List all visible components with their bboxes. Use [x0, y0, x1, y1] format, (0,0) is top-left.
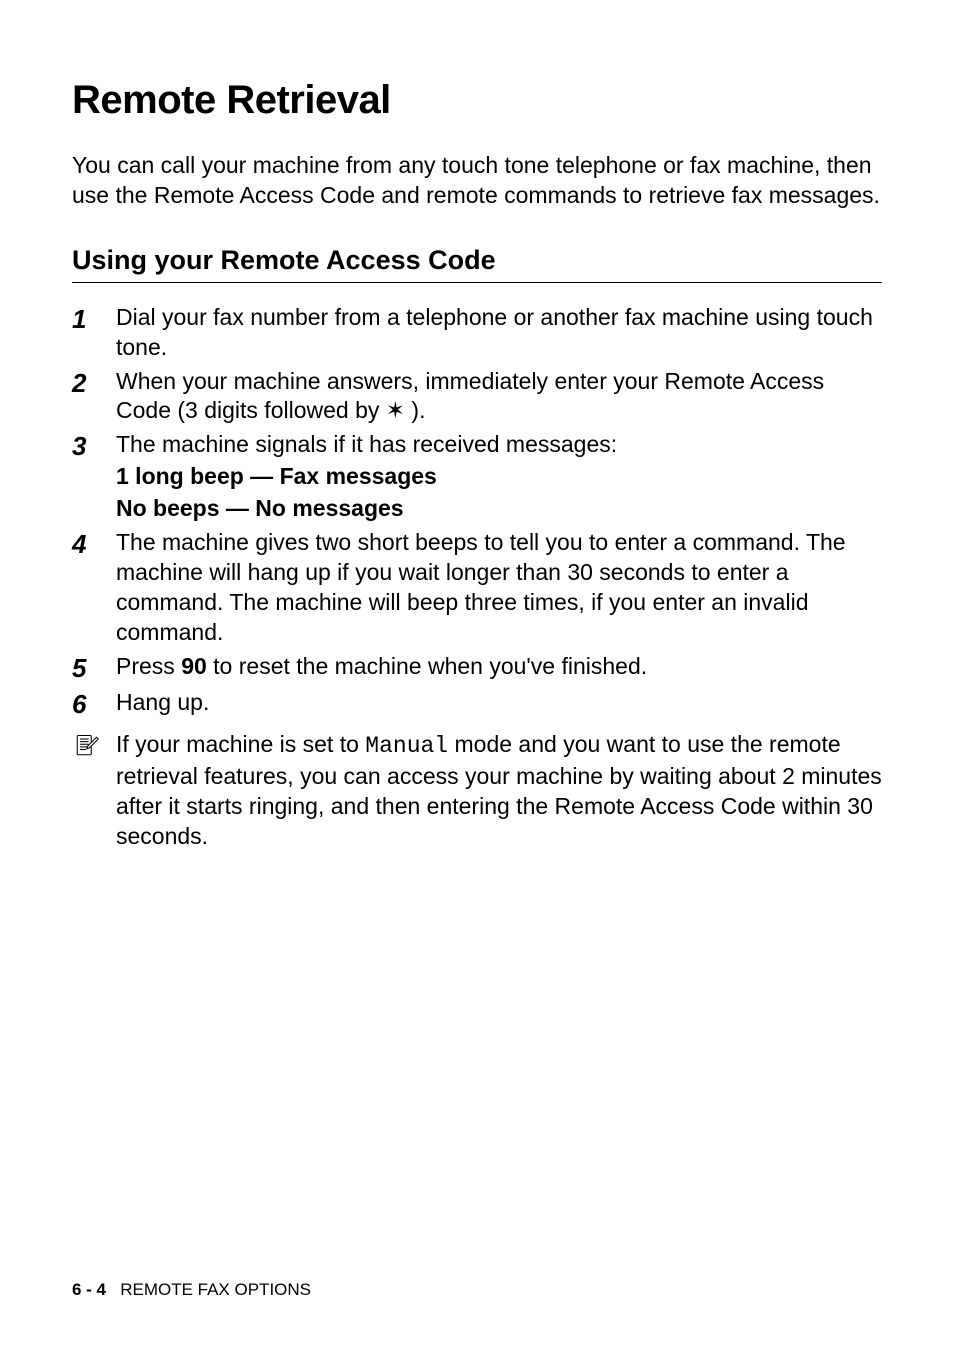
step-4: 4 The machine gives two short beeps to t… — [72, 528, 882, 648]
step-sub-2: No beeps — No messages — [116, 494, 882, 524]
step-text: The machine signals if it has received m… — [116, 430, 882, 524]
note-pre: If your machine is set to — [116, 731, 365, 757]
step-main-text: The machine signals if it has received m… — [116, 430, 882, 460]
step-text-pre: Press — [116, 653, 181, 679]
intro-paragraph: You can call your machine from any touch… — [72, 151, 882, 211]
step-1: 1 Dial your fax number from a telephone … — [72, 303, 882, 363]
star-symbol: ✶ — [386, 397, 405, 423]
step-number: 2 — [72, 367, 116, 399]
step-text: Hang up. — [116, 688, 882, 718]
step-text: Dial your fax number from a telephone or… — [116, 303, 882, 363]
step-number: 6 — [72, 688, 116, 720]
steps-list: 1 Dial your fax number from a telephone … — [72, 303, 882, 720]
step-6: 6 Hang up. — [72, 688, 882, 720]
step-5: 5 Press 90 to reset the machine when you… — [72, 652, 882, 684]
step-text-post: to reset the machine when you've finishe… — [207, 653, 647, 679]
footer-section-label: REMOTE FAX OPTIONS — [120, 1280, 311, 1299]
step-2: 2 When your machine answers, immediately… — [72, 367, 882, 427]
step-number: 3 — [72, 430, 116, 462]
note-text: If your machine is set to Manual mode an… — [116, 730, 882, 852]
step-text: When your machine answers, immediately e… — [116, 367, 882, 427]
step-text-post: ). — [405, 397, 425, 423]
note-icon — [72, 730, 116, 765]
step-sub-1: 1 long beep — Fax messages — [116, 462, 882, 492]
step-3: 3 The machine signals if it has received… — [72, 430, 882, 524]
step-text-pre: When your machine answers, immediately e… — [116, 368, 824, 424]
section-heading: Using your Remote Access Code — [72, 245, 882, 283]
step-text: The machine gives two short beeps to tel… — [116, 528, 882, 648]
footer-page-number: 6 - 4 — [72, 1280, 106, 1299]
note-block: If your machine is set to Manual mode an… — [72, 730, 882, 852]
step-number: 4 — [72, 528, 116, 560]
step-number: 1 — [72, 303, 116, 335]
note-code: Manual — [365, 733, 448, 759]
step-bold: 90 — [181, 653, 207, 679]
page-footer: 6 - 4 REMOTE FAX OPTIONS — [72, 1280, 311, 1300]
page-title: Remote Retrieval — [72, 78, 882, 123]
step-text: Press 90 to reset the machine when you'v… — [116, 652, 882, 682]
step-number: 5 — [72, 652, 116, 684]
